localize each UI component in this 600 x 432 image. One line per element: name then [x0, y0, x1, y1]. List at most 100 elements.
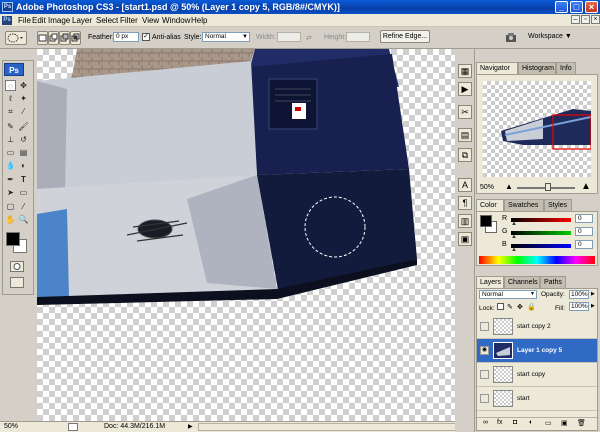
history-brush-tool-icon[interactable]: ↺ — [18, 134, 29, 145]
status-menu-icon[interactable] — [68, 423, 78, 431]
opacity-input[interactable]: 100% — [569, 290, 589, 299]
tab-layers[interactable]: Layers — [476, 276, 504, 288]
slider-thumb-icon[interactable]: ▲ — [511, 247, 517, 253]
notes-tool-icon[interactable]: ▢ — [5, 201, 16, 212]
feather-input[interactable]: 0 px — [113, 32, 139, 42]
paragraph-icon[interactable]: ¶ — [458, 196, 472, 210]
slider-thumb-icon[interactable]: ▲ — [511, 234, 517, 240]
visibility-toggle[interactable] — [480, 322, 489, 331]
adjustment-layer-icon[interactable]: ◐ — [529, 419, 533, 426]
eraser-tool-icon[interactable]: ▭ — [5, 147, 16, 158]
workspace-menu[interactable]: Workspace ▼ — [528, 32, 572, 41]
blend-mode-select[interactable]: Normal ▼ — [479, 290, 537, 299]
clone-stamp-tool-icon[interactable]: ⊥ — [5, 134, 16, 145]
menu-window[interactable]: Window — [162, 15, 190, 26]
healing-brush-tool-icon[interactable]: ✎ — [5, 121, 16, 132]
visibility-toggle[interactable] — [480, 370, 489, 379]
menu-image[interactable]: Image — [48, 15, 70, 26]
tab-channels[interactable]: Channels — [504, 276, 540, 288]
layer-row[interactable]: start — [477, 387, 597, 411]
new-layer-icon[interactable]: ▣ — [561, 419, 568, 427]
layer-row[interactable]: start copy 2 — [477, 315, 597, 339]
navigator-preview[interactable] — [483, 81, 592, 177]
fill-input[interactable]: 100% — [569, 302, 589, 311]
doc-close-button[interactable]: × — [591, 15, 600, 24]
history-icon[interactable]: ▦ — [458, 64, 472, 78]
tab-styles[interactable]: Styles — [544, 199, 572, 211]
maximize-button[interactable]: □ — [570, 1, 583, 13]
gradient-tool-icon[interactable]: ▤ — [18, 147, 29, 158]
channel-value-g[interactable]: 0 — [575, 227, 593, 236]
tab-info[interactable]: Info — [556, 62, 576, 74]
link-layers-icon[interactable]: ∞ — [483, 419, 488, 426]
lock-position-icon[interactable]: ✥ — [517, 303, 523, 311]
slice-tool-icon[interactable]: ⁄ — [18, 106, 29, 117]
menu-layer[interactable]: Layer — [72, 15, 92, 26]
quick-mask-icon[interactable] — [10, 261, 24, 272]
pen-tool-icon[interactable]: ✒ — [5, 174, 16, 185]
move-tool-icon[interactable]: ✥ — [18, 80, 29, 91]
character-icon[interactable]: A — [458, 178, 472, 192]
document-canvas[interactable] — [37, 49, 455, 421]
add-selection-button[interactable] — [48, 31, 59, 45]
tool-presets-icon[interactable]: ✂ — [458, 105, 472, 119]
color-fg-swatch-top[interactable] — [480, 215, 492, 227]
eye-icon[interactable]: ◉ — [480, 346, 489, 355]
channel-value-r[interactable]: 0 — [575, 214, 593, 223]
layer-comps-icon[interactable]: ▥ — [458, 214, 472, 228]
tab-navigator[interactable]: Navigator — [476, 62, 518, 74]
height-input[interactable] — [346, 32, 370, 42]
bridge-icon[interactable] — [505, 31, 519, 43]
width-input[interactable] — [277, 32, 301, 42]
layer-name[interactable]: start copy — [517, 371, 545, 378]
minimize-button[interactable]: _ — [555, 1, 568, 13]
layer-name[interactable]: Layer 1 copy 5 — [517, 347, 562, 354]
fill-arrow-icon[interactable]: ▶ — [591, 303, 595, 309]
navigator-zoom[interactable]: 50% — [480, 184, 494, 191]
zoom-slider-thumb[interactable] — [545, 183, 551, 191]
visibility-toggle[interactable] — [480, 394, 489, 403]
zoom-level[interactable]: 50% — [4, 422, 18, 432]
info-icon[interactable]: ▣ — [458, 232, 472, 246]
status-arrow-icon[interactable]: ▶ — [188, 422, 193, 432]
intersect-selection-button[interactable] — [70, 31, 81, 45]
brushes-icon[interactable]: ▤ — [458, 128, 472, 142]
slider-thumb-icon[interactable]: ▲ — [511, 221, 517, 227]
trash-icon[interactable]: 🗑 — [577, 419, 586, 427]
marquee-tool-icon[interactable]: ◌ — [5, 80, 16, 91]
close-button[interactable]: × — [585, 1, 598, 13]
eyedropper-tool-icon[interactable]: ⁄ — [18, 201, 29, 212]
subtract-selection-button[interactable] — [59, 31, 70, 45]
tab-swatches[interactable]: Swatches — [504, 199, 544, 211]
hand-tool-icon[interactable]: ✋ — [5, 214, 16, 225]
tab-histogram[interactable]: Histogram — [518, 62, 556, 74]
menu-edit[interactable]: Edit — [32, 15, 46, 26]
dodge-tool-icon[interactable]: ◐ — [18, 160, 29, 171]
zoom-in-icon[interactable]: ▲ — [581, 181, 591, 192]
new-group-icon[interactable]: ▭ — [545, 419, 552, 427]
lasso-tool-icon[interactable]: ℓ — [5, 93, 16, 104]
layer-name[interactable]: start copy 2 — [517, 323, 551, 330]
path-selection-tool-icon[interactable]: ➤ — [5, 187, 16, 198]
tab-color[interactable]: Color — [476, 199, 504, 211]
clone-source-icon[interactable]: ⧉ — [458, 148, 472, 162]
horizontal-scrollbar[interactable] — [198, 423, 458, 431]
menu-file[interactable]: File — [18, 15, 31, 26]
layer-row-selected[interactable]: ◉ Layer 1 copy 5 — [477, 339, 597, 363]
lock-image-icon[interactable]: ✎ — [507, 303, 513, 311]
channel-value-b[interactable]: 0 — [575, 240, 593, 249]
layer-mask-icon[interactable]: ◘ — [513, 419, 517, 426]
zoom-out-icon[interactable]: ▲ — [505, 182, 513, 191]
menu-filter[interactable]: Filter — [120, 15, 138, 26]
zoom-tool-icon[interactable]: 🔍 — [18, 214, 29, 225]
menu-view[interactable]: View — [142, 15, 159, 26]
channel-slider-r[interactable] — [511, 218, 571, 222]
channel-slider-g[interactable] — [511, 231, 571, 235]
screen-mode-icon[interactable] — [10, 277, 24, 288]
style-select[interactable]: Normal ▼ — [202, 32, 250, 42]
new-selection-button[interactable] — [37, 31, 48, 45]
lock-transparent-icon[interactable] — [497, 303, 504, 310]
menu-select[interactable]: Select — [96, 15, 118, 26]
magic-wand-tool-icon[interactable]: ✦ — [18, 93, 29, 104]
tab-paths[interactable]: Paths — [540, 276, 566, 288]
